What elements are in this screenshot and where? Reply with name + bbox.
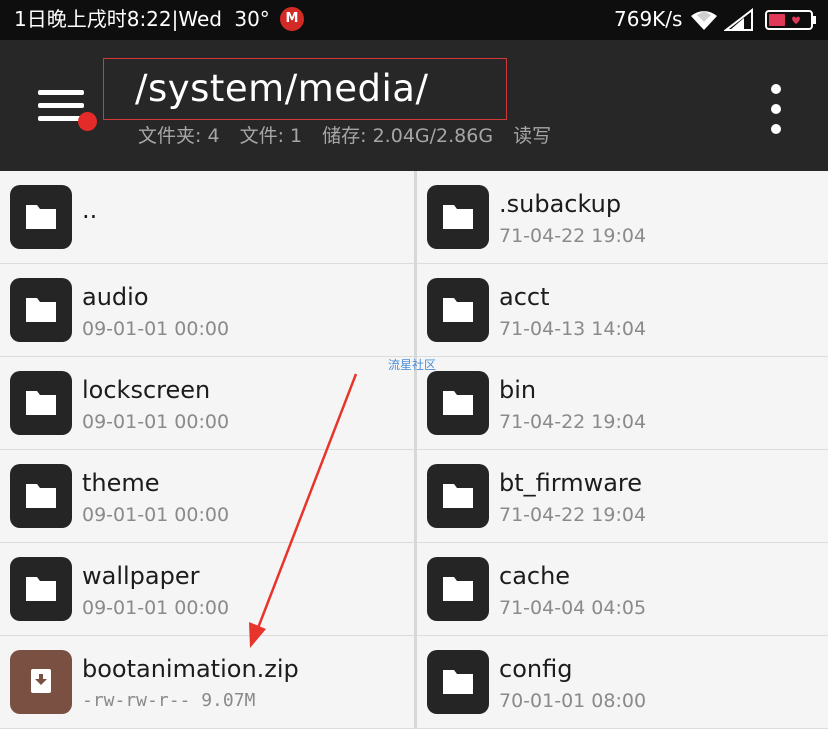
list-item[interactable]: audio 09-01-01 00:00 [0,264,414,357]
file-modified-date: 70-01-01 08:00 [499,690,647,712]
list-item[interactable]: bt_firmware 71-04-22 19:04 [417,450,828,543]
file-list-right-column: .subackup 71-04-22 19:04 acct 71-04-13 14:0… [417,171,828,729]
more-vert-icon[interactable] [764,84,788,134]
status-clock-text: 1日晚上戌时8:22|Wed [14,7,222,31]
archive-icon[interactable] [10,650,72,714]
file-count: 文件: 1 [239,125,303,147]
list-item[interactable]: acct 71-04-13 14:04 [417,264,828,357]
list-item[interactable]: lockscreen 09-01-01 00:00 [0,357,414,450]
folder-icon[interactable] [427,185,489,249]
folder-count: 文件夹: 4 [138,125,220,147]
folder-glyph [443,577,473,601]
folder-icon[interactable] [10,278,72,342]
file-name: wallpaper [82,562,200,590]
file-modified-date: 09-01-01 00:00 [82,318,230,340]
current-path[interactable]: /system/media/ [135,65,428,113]
storage-info: 储存: 2.04G/2.86G [322,125,494,147]
file-name: lockscreen [82,376,211,404]
file-modified-date: 71-04-22 19:04 [499,411,647,433]
signal-icon [724,8,753,31]
status-time-date: 1日晚上戌时8:22|Wed 30° [14,6,270,32]
folder-glyph [443,298,473,322]
list-item[interactable]: bootanimation.zip -rw-rw-r-- 9.07M [0,636,414,729]
list-item[interactable]: config 70-01-01 08:00 [417,636,828,729]
file-name: config [499,655,573,683]
directory-summary: 文件夹: 4 文件: 1 储存: 2.04G/2.86G 读写 [138,123,565,149]
file-modified-date: 09-01-01 00:00 [82,411,230,433]
file-name: bin [499,376,537,404]
folder-glyph [26,205,56,229]
battery-icon [765,10,816,30]
file-modified-date: 71-04-22 19:04 [499,225,647,247]
archive-glyph [31,669,51,693]
file-modified-date: 71-04-13 14:04 [499,318,647,340]
file-name: audio [82,283,149,311]
folder-glyph [26,484,56,508]
folder-icon[interactable] [427,371,489,435]
folder-icon[interactable] [427,650,489,714]
mega-icon: M [280,7,304,31]
folder-icon[interactable] [427,464,489,528]
list-item[interactable]: cache 71-04-04 04:05 [417,543,828,636]
folder-glyph [443,205,473,229]
file-modified-date: 09-01-01 00:00 [82,597,230,619]
file-modified-date: 71-04-04 04:05 [499,597,647,619]
file-permissions-size: -rw-rw-r-- 9.07M [82,690,256,711]
net-speed: 769K/s [614,7,683,31]
status-bar: 1日晚上戌时8:22|Wed 30° M 769K/s [0,0,828,40]
file-name: bootanimation.zip [82,655,299,683]
file-name: acct [499,283,550,311]
app-bar: /system/media/ 文件夹: 4 文件: 1 储存: 2.04G/2.… [0,40,828,171]
folder-icon[interactable] [10,371,72,435]
file-name: .. [82,196,98,224]
folder-icon[interactable] [10,185,72,249]
folder-icon[interactable] [427,557,489,621]
menu-icon[interactable] [38,88,84,124]
folder-icon[interactable] [10,464,72,528]
file-name: cache [499,562,571,590]
file-modified-date: 71-04-22 19:04 [499,504,647,526]
file-name: .subackup [499,190,622,218]
file-name: bt_firmware [499,469,643,497]
folder-glyph [443,484,473,508]
folder-glyph [26,298,56,322]
list-item[interactable]: theme 09-01-01 00:00 [0,450,414,543]
list-item[interactable]: .subackup 71-04-22 19:04 [417,171,828,264]
list-item[interactable]: .. [0,171,414,264]
folder-glyph [26,391,56,415]
file-list-left-column: .. audio 09-01-01 00:00 lockscreen 09-01-01 … [0,171,414,729]
mount-mode[interactable]: 读写 [513,125,551,147]
file-name: theme [82,469,160,497]
status-temperature: 30° [234,7,270,31]
list-item[interactable]: wallpaper 09-01-01 00:00 [0,543,414,636]
list-item[interactable]: bin 71-04-22 19:04 [417,357,828,450]
notification-dot [78,112,97,131]
file-modified-date: 09-01-01 00:00 [82,504,230,526]
file-list: .. audio 09-01-01 00:00 lockscreen 09-01-01 … [0,171,828,729]
folder-glyph [26,577,56,601]
watermark-text: 流星社区 [388,358,437,372]
wifi-icon [691,11,717,30]
folder-icon[interactable] [427,278,489,342]
folder-glyph [443,391,473,415]
folder-glyph [443,670,473,694]
folder-icon[interactable] [10,557,72,621]
